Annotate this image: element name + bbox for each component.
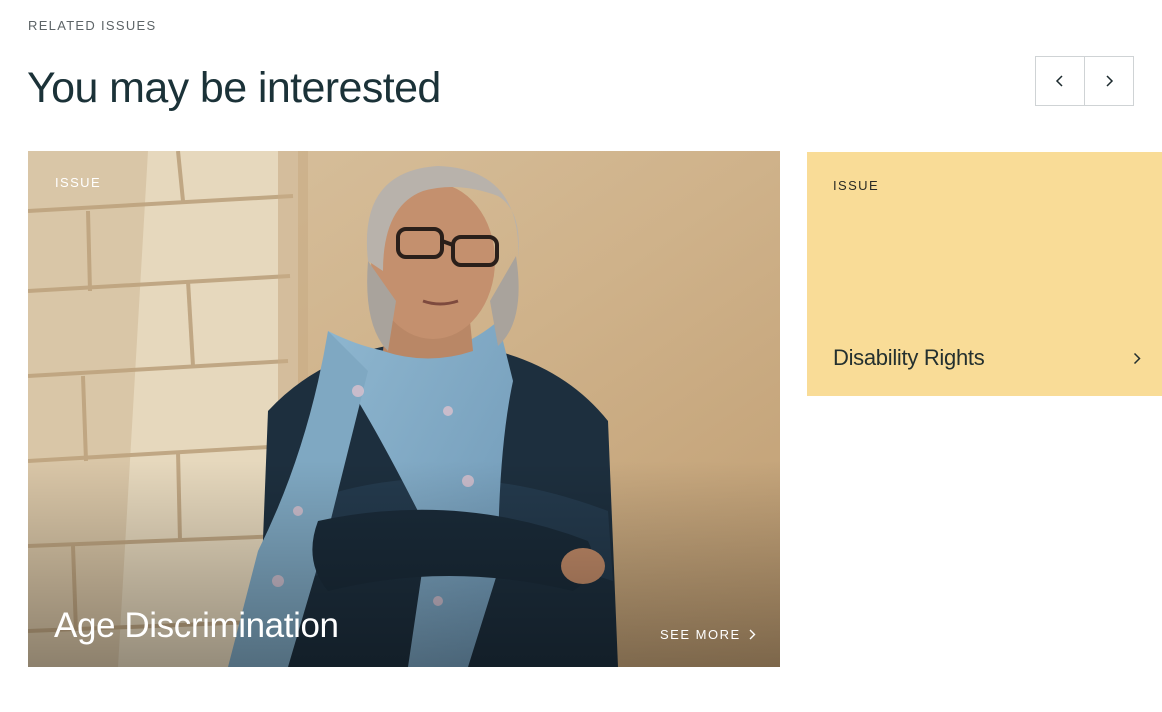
see-more-link[interactable]: SEE MORE (660, 627, 756, 642)
see-more-label: SEE MORE (660, 627, 741, 642)
card-title[interactable]: Age Discrimination (54, 606, 339, 646)
card-title[interactable]: Disability Rights (833, 345, 985, 371)
issue-card-age-discrimination[interactable]: ISSUE Age Discrimination SEE MORE (28, 151, 780, 667)
card-tag: ISSUE (55, 175, 102, 190)
carousel-pager (1035, 56, 1134, 106)
carousel-prev-button[interactable] (1036, 57, 1084, 105)
chevron-right-icon (1106, 75, 1114, 87)
section-heading: You may be interested (27, 64, 441, 112)
chevron-right-icon[interactable] (1133, 352, 1141, 365)
chevron-left-icon (1055, 75, 1063, 87)
chevron-right-icon (749, 629, 756, 640)
portrait-photo (28, 151, 780, 667)
section-eyebrow: RELATED ISSUES (28, 18, 157, 33)
issue-card-disability-rights[interactable]: ISSUE Disability Rights (807, 152, 1162, 396)
card-tag: ISSUE (833, 178, 880, 193)
carousel-next-button[interactable] (1084, 57, 1133, 105)
